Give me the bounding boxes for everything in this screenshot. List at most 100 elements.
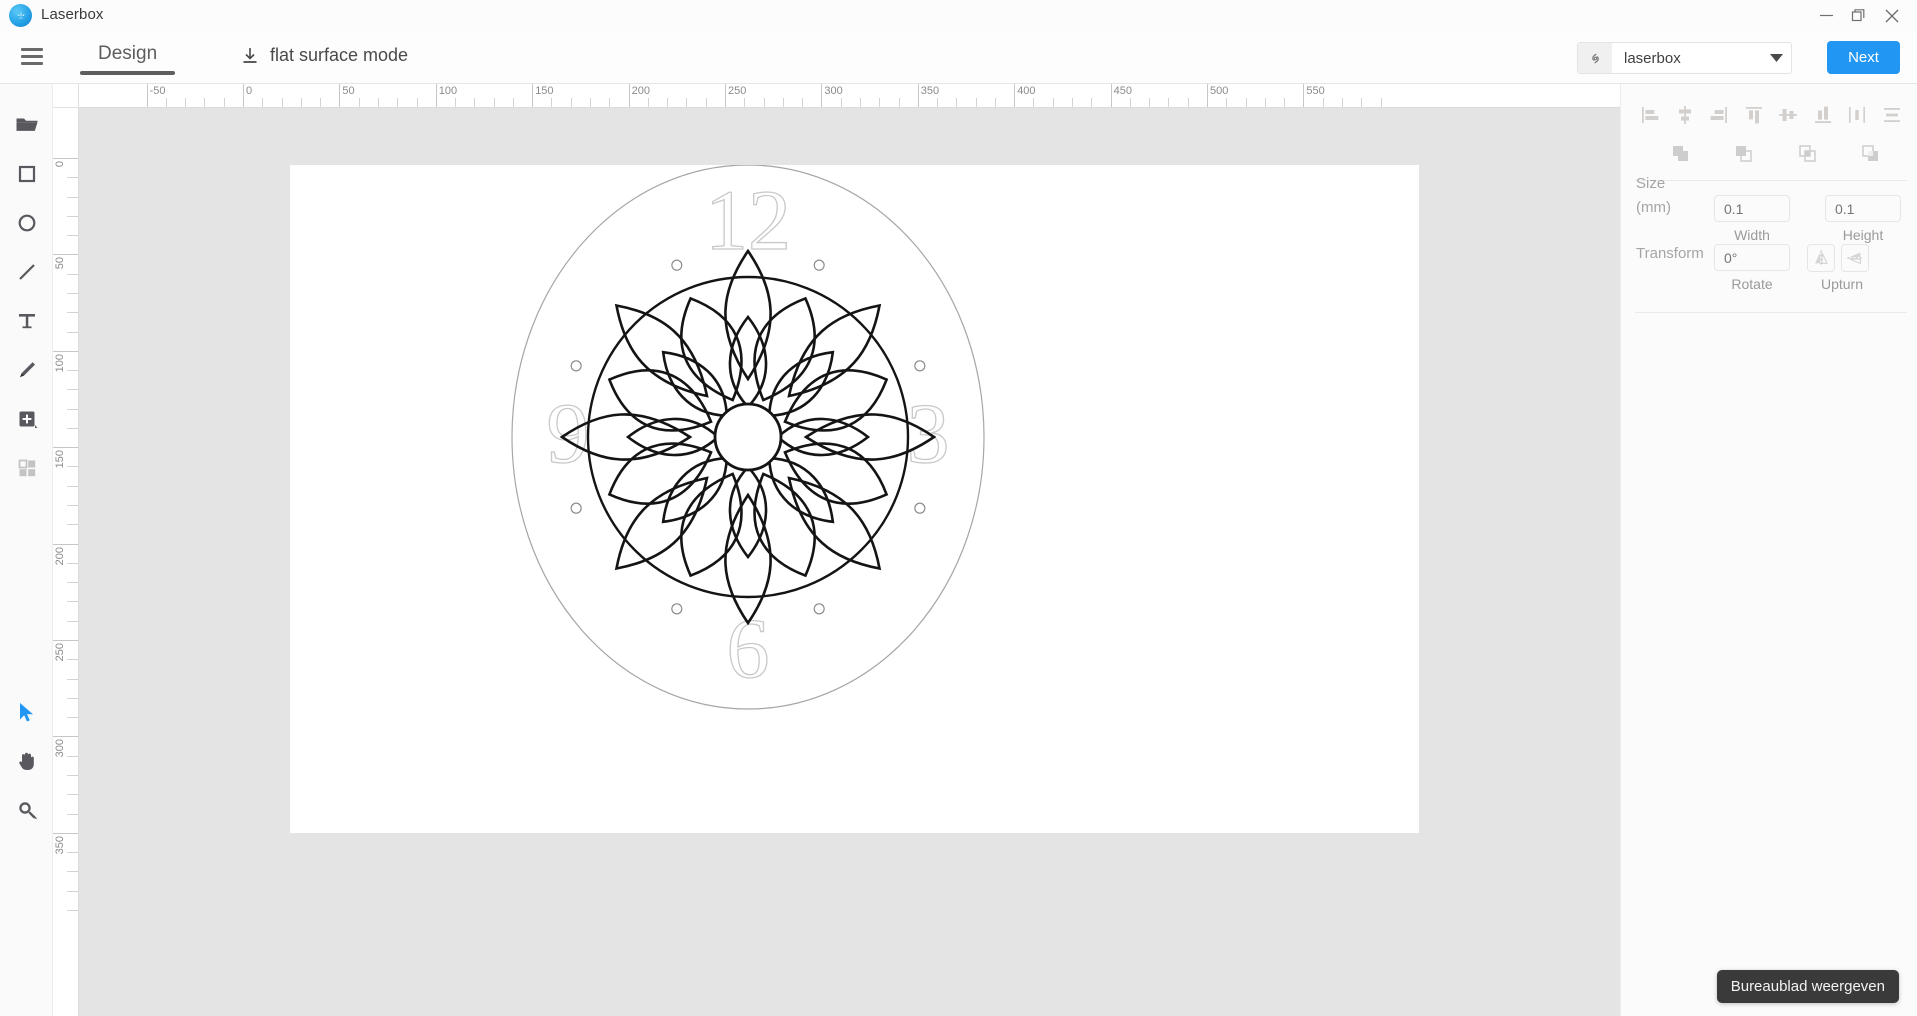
ruler-tick-minor [67,563,79,564]
ruler-tick-minor [67,814,79,815]
boolean-subtract-icon[interactable] [1728,138,1758,168]
tool-line[interactable] [0,247,53,296]
device-select[interactable]: laserbox [1577,42,1792,74]
restore-icon[interactable] [1843,0,1873,31]
selection-handle[interactable] [570,359,583,372]
flat-surface-mode-button[interactable]: flat surface mode [240,45,408,66]
selection-handle[interactable] [913,359,926,372]
ruler-label: 0 [243,85,252,97]
next-button[interactable]: Next [1827,41,1900,74]
tool-pen[interactable] [0,345,53,394]
width-input[interactable] [1714,195,1790,222]
selection-handle[interactable] [670,259,683,272]
align-right-icon[interactable] [1704,100,1734,130]
ruler-vertical[interactable]: 050100150200250300350 [53,108,79,1016]
boolean-exclude-icon[interactable] [1855,138,1885,168]
mandala-clock-face[interactable]: 12 3 6 9 [290,165,1419,833]
artboard[interactable]: 12 3 6 9 [290,165,1419,833]
ruler-tick-minor [320,98,321,108]
tab-design-label: Design [98,43,157,64]
close-icon[interactable] [1877,0,1907,31]
tool-add-shape[interactable] [0,394,53,443]
ruler-tick-major [53,158,79,159]
ruler-label: 150 [532,85,553,97]
laserbox-logo-icon [9,4,32,27]
tool-pan[interactable] [0,736,53,785]
ruler-horizontal[interactable]: -50050100150200250300350400450500550 [79,84,1620,108]
plus-box-icon [14,406,40,432]
ruler-label: 300 [54,739,66,757]
tab-active-indicator [80,71,175,75]
ruler-tick-minor [67,177,79,178]
distribute-v-icon[interactable] [1877,100,1907,130]
folder-icon [14,112,40,138]
ruler-tick-minor [67,582,79,583]
upturn-caption: Upturn [1804,276,1880,292]
tab-design[interactable]: Design [80,39,175,75]
selection-handle[interactable] [813,259,826,272]
ruler-tick-minor [67,428,79,429]
cursor-icon [14,699,40,725]
flip-vertical-icon[interactable] [1807,244,1835,272]
ruler-tick-major [53,351,79,352]
ruler-tick-minor [899,98,900,108]
ruler-tick-minor [67,601,79,602]
rotate-input[interactable] [1714,244,1790,271]
tool-text[interactable] [0,296,53,345]
minimize-icon[interactable] [1811,0,1841,31]
selection-handle[interactable] [813,602,826,615]
chevron-down-icon[interactable] [1761,54,1791,63]
align-top-icon[interactable] [1739,100,1769,130]
tool-ellipse[interactable] [0,198,53,247]
tool-open-file[interactable] [0,100,53,149]
ruler-tick-minor [976,98,977,108]
height-input[interactable] [1825,195,1901,222]
selection-handle[interactable] [570,502,583,515]
link-icon [1578,43,1612,73]
ruler-label: 200 [629,85,650,97]
align-left-icon[interactable] [1635,100,1665,130]
hamburger-icon[interactable] [19,45,45,69]
ruler-tick-minor [648,98,649,108]
align-center-h-icon[interactable] [1670,100,1700,130]
ruler-tick-minor [67,698,79,699]
align-bottom-icon[interactable] [1808,100,1838,130]
flip-horizontal-icon[interactable] [1841,244,1869,272]
boolean-union-icon[interactable] [1665,138,1695,168]
ruler-tick-minor [67,370,79,371]
ruler-label: 350 [918,85,939,97]
device-name: laserbox [1612,50,1761,67]
clock-numeral-12: 12 [705,172,791,268]
grid-icon [14,455,40,481]
design-canvas[interactable]: 12 3 6 9 [79,108,1620,1016]
mandala-flower[interactable] [562,251,934,623]
ruler-label: 0 [54,161,66,167]
selection-handle[interactable] [913,502,926,515]
ruler-label: 150 [54,450,66,468]
tool-select[interactable] [0,687,53,736]
hand-icon [14,748,40,774]
ruler-tick-minor [494,98,495,108]
ruler-label: 100 [436,85,457,97]
tool-zoom[interactable] [0,785,53,834]
ruler-tick-minor [67,312,79,313]
selection-handle[interactable] [670,602,683,615]
pen-icon [14,357,40,383]
ruler-label: 200 [54,547,66,565]
ruler-tick-minor [860,98,861,108]
boolean-intersect-icon[interactable] [1792,138,1822,168]
ruler-tick-minor [1188,98,1189,108]
ruler-tick-minor [1265,98,1266,108]
ruler-tick-minor [67,794,79,795]
ruler-tick-minor [841,98,842,108]
line-icon [14,259,40,285]
distribute-h-icon[interactable] [1842,100,1872,130]
size-label-line1: Size [1636,172,1671,196]
ruler-tick-minor [1342,98,1343,108]
tool-materials[interactable] [0,443,53,492]
align-middle-v-icon[interactable] [1773,100,1803,130]
tool-rectangle[interactable] [0,149,53,198]
ruler-tick-minor [67,659,79,660]
ruler-tick-minor [67,524,79,525]
size-label: Size (mm) [1636,172,1671,220]
